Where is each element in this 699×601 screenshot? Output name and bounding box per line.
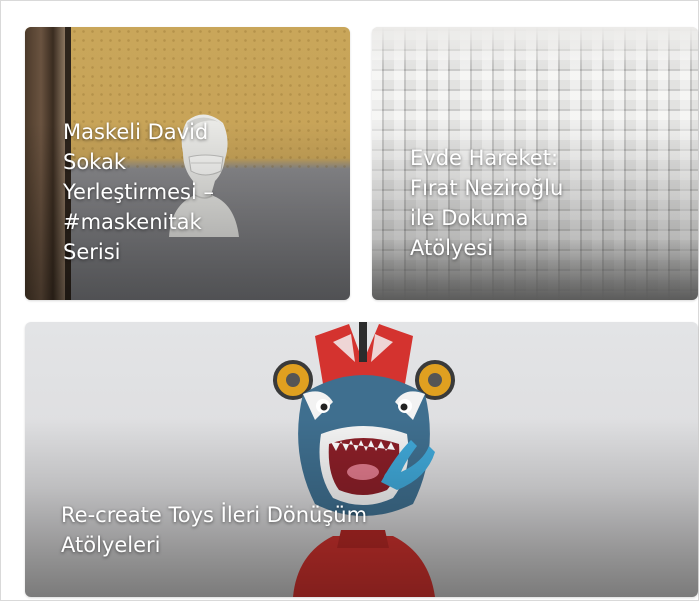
title-line: Re-create Toys İleri Dönüşüm <box>61 503 368 527</box>
title-line: Serisi <box>63 240 121 264</box>
event-card-title[interactable]: Maskeli David Sokak Yerleştirmesi – #mas… <box>63 117 303 267</box>
title-line: Sokak <box>63 150 126 174</box>
title-line: Fırat Neziroğlu <box>410 176 564 200</box>
title-line: #maskenitak <box>63 210 202 234</box>
title-line: ile Dokuma <box>410 206 529 230</box>
event-card-recreate-toys[interactable]: Re-create Toys İleri Dönüşüm Atölyeleri <box>25 322 698 597</box>
title-line: Yerleştirmesi – <box>63 180 214 204</box>
event-card-title[interactable]: Re-create Toys İleri Dönüşüm Atölyeleri <box>61 500 481 560</box>
title-line: Atölyeleri <box>61 533 161 557</box>
event-grid: Maskeli David Sokak Yerleştirmesi – #mas… <box>0 0 699 601</box>
event-card-masked-david[interactable]: Maskeli David Sokak Yerleştirmesi – #mas… <box>25 27 350 300</box>
title-line: Maskeli David <box>63 120 209 144</box>
event-card-weaving-workshop[interactable]: Evde Hareket: Fırat Neziroğlu ile Dokuma… <box>372 27 698 300</box>
event-card-title[interactable]: Evde Hareket: Fırat Neziroğlu ile Dokuma… <box>410 143 650 263</box>
title-line: Evde Hareket: <box>410 146 559 170</box>
title-line: Atölyesi <box>410 236 494 260</box>
